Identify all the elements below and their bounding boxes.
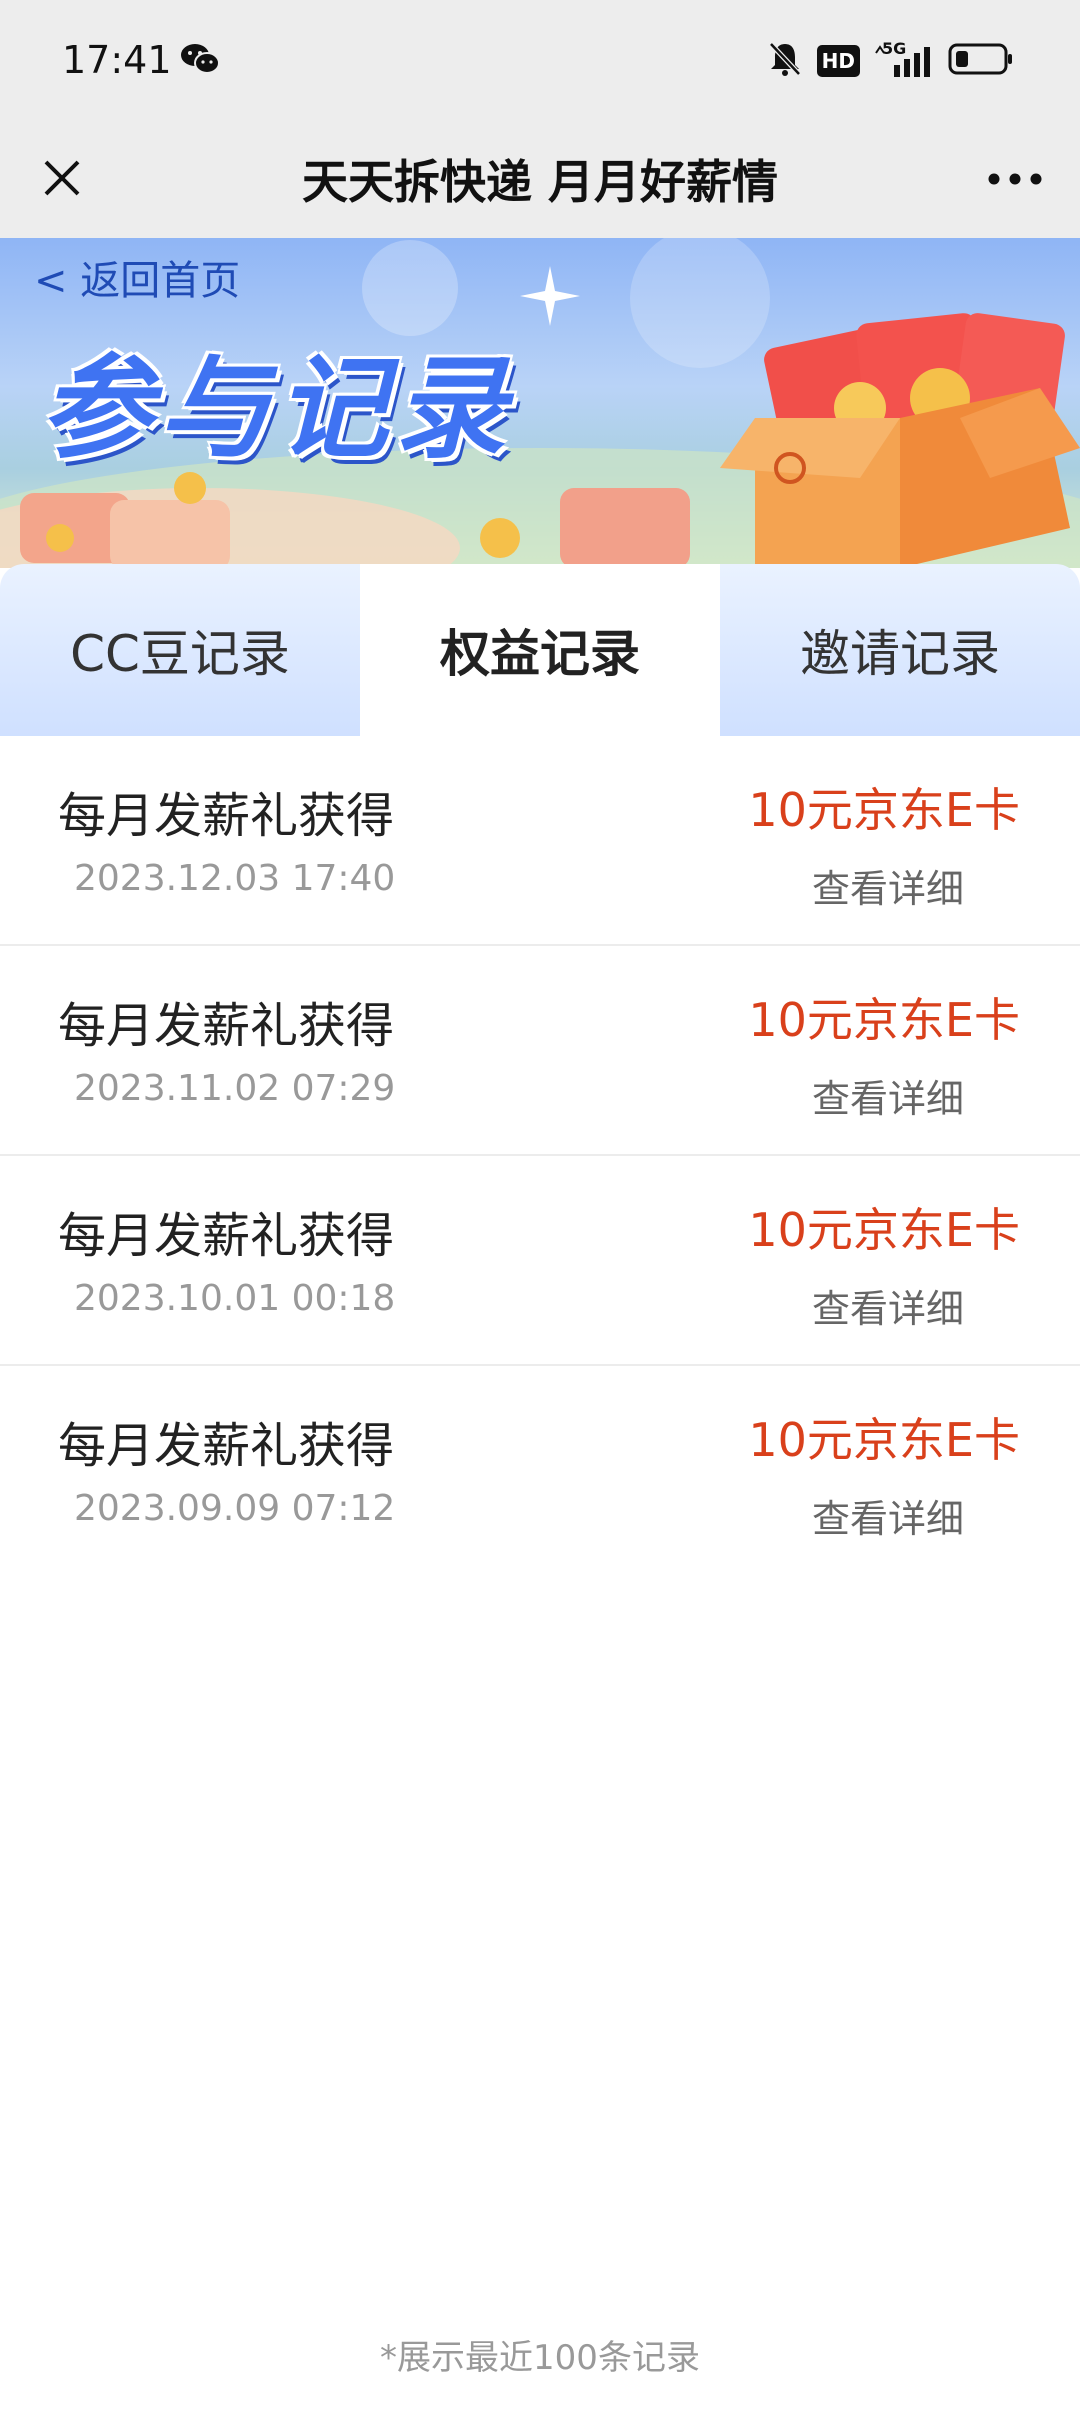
record-prize: 10元京东E卡 (748, 993, 1020, 1047)
banner-title: 参与记录 (40, 344, 512, 474)
status-time: 17:41 (62, 38, 172, 82)
record-row: 每月发薪礼获得 2023.09.09 07:12 10元京东E卡 查看详细 (0, 1366, 1080, 1574)
battery-icon (948, 42, 1014, 80)
record-date: 2023.12.03 17:40 (74, 858, 396, 899)
footer-note: *展示最近100条记录 (380, 2338, 700, 2378)
banner: < 返回首页 参与记录 (0, 238, 1080, 568)
gift-box-illustration (660, 278, 1080, 568)
record-row: 每月发薪礼获得 2023.12.03 17:40 10元京东E卡 查看详细 (0, 736, 1080, 946)
view-details-link[interactable]: 查看详细 (812, 1488, 964, 1543)
record-date: 2023.10.01 00:18 (74, 1278, 396, 1319)
back-to-home-link[interactable]: < 返回首页 (34, 248, 240, 306)
tab-benefits-records[interactable]: 权益记录 (360, 564, 720, 736)
hd-badge: HD (816, 45, 860, 77)
title-bar: 天天拆快递 月月好薪情 (0, 120, 1080, 238)
tab-cc-beans-records[interactable]: CC豆记录 (0, 564, 360, 736)
records-list: 每月发薪礼获得 2023.12.03 17:40 10元京东E卡 查看详细 每月… (0, 736, 1080, 1574)
record-tabs: CC豆记录 权益记录 邀请记录 (0, 564, 1080, 736)
record-row: 每月发薪礼获得 2023.11.02 07:29 10元京东E卡 查看详细 (0, 946, 1080, 1156)
record-title: 每月发薪礼获得 (58, 1208, 395, 1264)
record-date: 2023.11.02 07:29 (74, 1068, 396, 1109)
sparkle-icon (520, 266, 580, 330)
page-title: 天天拆快递 月月好薪情 (301, 155, 778, 209)
view-details-link[interactable]: 查看详细 (812, 1278, 964, 1333)
tab-invite-records[interactable]: 邀请记录 (720, 564, 1080, 736)
record-date: 2023.09.09 07:12 (74, 1488, 396, 1529)
view-details-link[interactable]: 查看详细 (812, 858, 964, 913)
record-prize: 10元京东E卡 (748, 783, 1020, 837)
more-icon (988, 173, 1042, 185)
record-title: 每月发薪礼获得 (58, 1418, 395, 1474)
record-title: 每月发薪礼获得 (58, 788, 395, 844)
record-prize: 10元京东E卡 (748, 1413, 1020, 1467)
record-title: 每月发薪礼获得 (58, 998, 395, 1054)
signal-icon: 5G (874, 39, 934, 79)
wechat-icon (180, 42, 220, 80)
mute-bell-icon (767, 40, 803, 82)
status-bar: 17:41 HD 5G (0, 0, 1080, 120)
record-row: 每月发薪礼获得 2023.10.01 00:18 10元京东E卡 查看详细 (0, 1156, 1080, 1366)
more-options-button[interactable] (980, 154, 1050, 204)
view-details-link[interactable]: 查看详细 (812, 1068, 964, 1123)
record-prize: 10元京东E卡 (748, 1203, 1020, 1257)
status-icons: HD 5G (767, 39, 1014, 82)
